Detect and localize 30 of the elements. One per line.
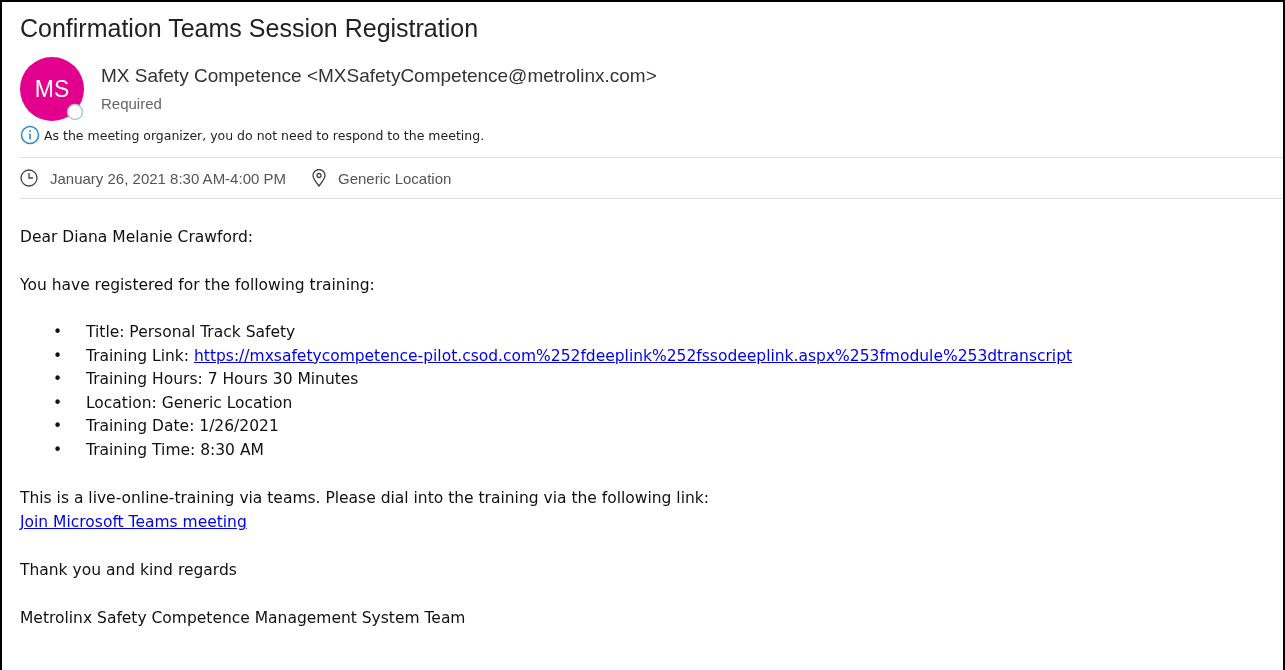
email-subject: Confirmation Teams Session Registration bbox=[20, 14, 480, 43]
list-item-text: Training Date: 1/26/2021 bbox=[86, 416, 279, 437]
sender-name: MX Safety Competence <MXSafetyCompetence@metrolinx.com> bbox=[101, 65, 657, 87]
greeting-text: Dear Diana Melanie Crawford: bbox=[20, 227, 255, 248]
bullet: • bbox=[53, 345, 64, 367]
list-item-text: Title: Personal Track Safety bbox=[86, 322, 296, 343]
info-message: As the meeting organizer, you do not need to respond to the meeting. bbox=[44, 127, 485, 143]
bullet: • bbox=[53, 392, 64, 414]
bullet: • bbox=[53, 322, 64, 343]
closing-text: Thank you and kind regards bbox=[20, 560, 238, 581]
bullet: • bbox=[53, 369, 64, 390]
instruction-text: This is a live-online-training via teams. Please dial into the training via the following link: bbox=[20, 488, 710, 509]
list-item-text: Training Link: https://mxsafetycompetence-pilot.csod.com%252fdeeplink%252fssodeeplink.aspx%253fmodule%253dtranscript bbox=[86, 345, 1073, 367]
avatar: MS bbox=[20, 57, 84, 121]
list-item-text: Location: Generic Location bbox=[86, 392, 293, 414]
info-icon bbox=[20, 125, 40, 145]
presence-status-icon bbox=[66, 103, 84, 121]
bullet: • bbox=[53, 439, 64, 461]
closing-text: Metrolinx Safety Competence Management System Team bbox=[20, 608, 467, 629]
list-item-text: Training Hours: 7 Hours 30 Minutes bbox=[86, 369, 359, 390]
bullet: • bbox=[53, 416, 64, 437]
training-link[interactable]: https://mxsafetycompetence-pilot.csod.com%252fdeeplink%252fssodeeplink.aspx%253fmodule%253dtranscript bbox=[194, 346, 1073, 365]
attendee-role: Required bbox=[101, 95, 163, 112]
list-item-text: Training Time: 8:30 AM bbox=[86, 439, 264, 461]
location-pin-icon bbox=[312, 169, 326, 187]
meeting-location: Generic Location bbox=[338, 169, 452, 187]
meeting-time: January 26, 2021 8:30 AM-4:00 PM bbox=[50, 169, 286, 187]
join-meeting-link[interactable]: Join Microsoft Teams meeting bbox=[20, 513, 247, 531]
intro-text: You have registered for the following training: bbox=[20, 275, 376, 296]
clock-icon bbox=[20, 169, 38, 187]
